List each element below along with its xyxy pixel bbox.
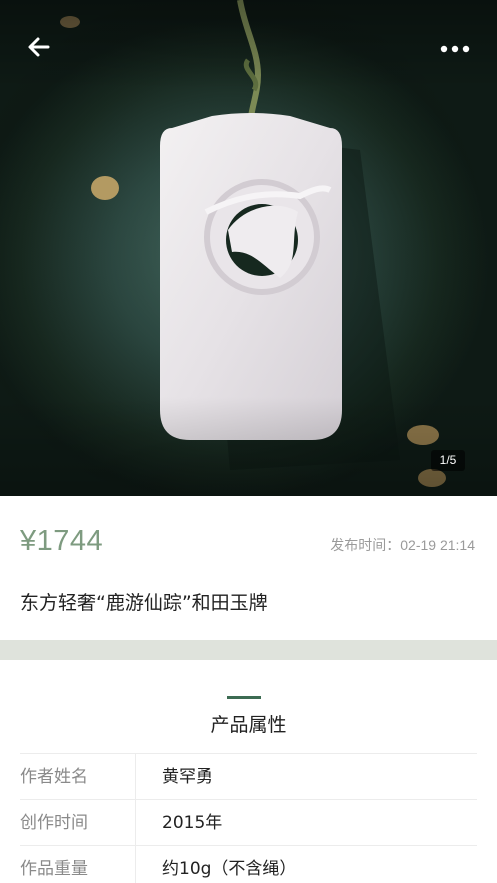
section-accent-line — [227, 696, 261, 699]
attribute-row-weight: 作品重量 约10g（不含绳） — [20, 846, 477, 883]
attribute-key: 创作时间 — [20, 800, 136, 845]
attribute-row-created: 创作时间 2015年 — [20, 800, 477, 846]
attribute-value: 2015年 — [162, 813, 223, 833]
attribute-value: 约10g（不含绳） — [162, 859, 297, 879]
attribute-value: 黄罕勇 — [162, 767, 213, 787]
back-button[interactable] — [22, 30, 56, 64]
publish-time: 发布时间：02-19 21:14 — [330, 537, 475, 553]
product-title: 东方轻奢“鹿游仙踪”和田玉牌 — [20, 592, 268, 614]
arrow-left-icon — [28, 37, 50, 57]
section-divider — [0, 640, 497, 660]
attribute-key: 作品重量 — [20, 846, 136, 883]
attribute-key: 作者姓名 — [20, 754, 136, 799]
product-price: ¥1744 — [20, 525, 104, 557]
attributes-section-title: 产品属性 — [210, 714, 287, 736]
attribute-row-author: 作者姓名 黄罕勇 — [20, 754, 477, 800]
more-button[interactable] — [435, 32, 475, 66]
image-counter: 1/5 — [431, 450, 465, 471]
product-image-carousel[interactable]: 1/5 — [0, 0, 497, 496]
attributes-table: 作者姓名 黄罕勇 创作时间 2015年 作品重量 约10g（不含绳） — [20, 753, 477, 883]
more-dots-icon — [440, 45, 470, 53]
